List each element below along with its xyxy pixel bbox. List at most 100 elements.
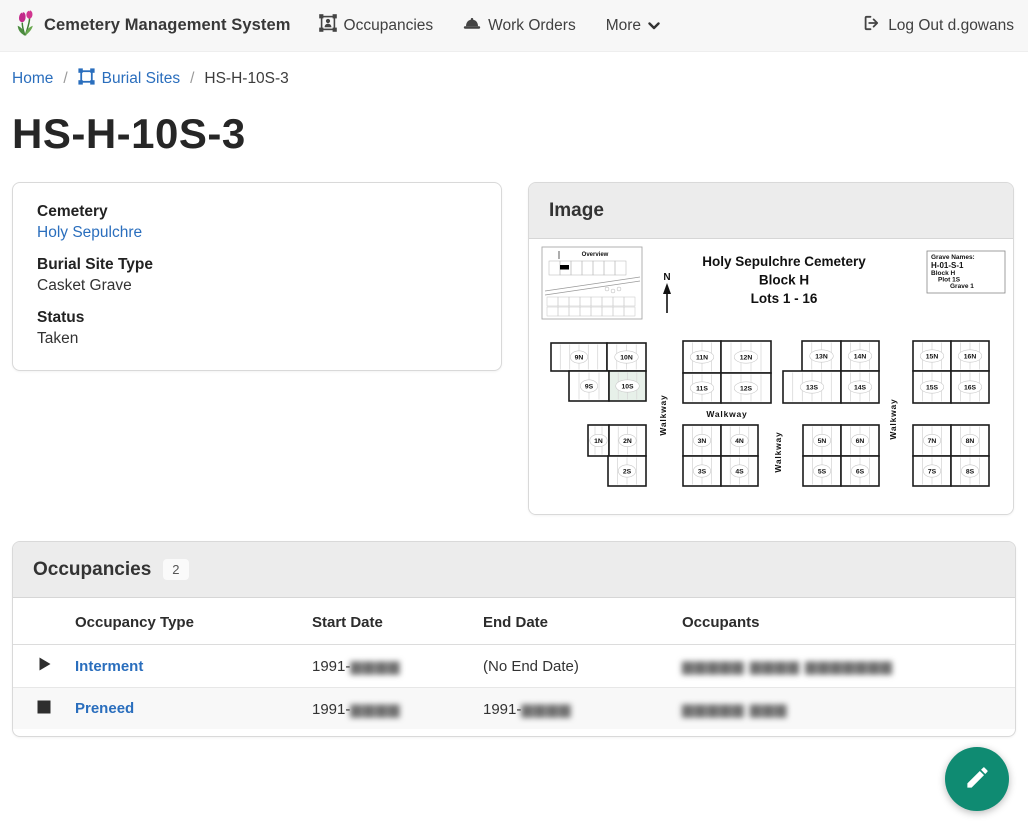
svg-text:2S: 2S [623,468,632,475]
breadcrumb: Home / Burial Sites / HS-H-10S-3 [0,52,1028,100]
svg-text:5S: 5S [818,468,827,475]
svg-text:Walkway: Walkway [773,431,783,472]
breadcrumb-burial-sites[interactable]: Burial Sites [78,68,180,90]
svg-text:N: N [663,272,670,283]
svg-text:7S: 7S [928,468,937,475]
field-burial-site-type: Burial Site Type Casket Grave [37,256,477,295]
play-icon [37,656,52,672]
occupancies-table: Occupancy Type Start Date End Date Occup… [13,598,1015,729]
svg-text:15N: 15N [926,353,939,360]
nav-more-label: More [606,17,641,35]
details-card: Cemetery Holy Sepulchre Burial Site Type… [12,182,502,371]
occupants-cell: ▆▆▆▆▆ ▆▆▆ [682,688,1015,730]
svg-text:Grave 1: Grave 1 [950,283,974,290]
svg-text:16N: 16N [964,353,977,360]
top-navbar: Cemetery Management System Occupancies [0,0,1028,52]
svg-text:Holy Sepulchre Cemetery: Holy Sepulchre Cemetery [702,254,866,269]
occupancies-icon [319,14,337,37]
burial-sites-icon [78,68,95,90]
burial-site-type-value: Casket Grave [37,277,477,295]
app-title: Cemetery Management System [44,16,291,35]
start-date-cell: 1991-▆▆▆▆ [312,645,483,688]
pencil-icon [964,764,991,794]
svg-text:11N: 11N [696,354,708,361]
breadcrumb-home[interactable]: Home [12,70,53,88]
svg-text:5N: 5N [818,438,827,445]
logout-label: Log Out d.gowans [888,17,1014,35]
svg-text:Block H: Block H [759,273,809,288]
column-header-start-date: Start Date [312,598,483,645]
svg-text:9S: 9S [585,383,594,390]
field-status-label: Status [37,309,477,327]
svg-text:9N: 9N [575,354,584,361]
svg-text:12S: 12S [740,385,753,392]
svg-text:Lots 1 - 16: Lots 1 - 16 [751,291,818,306]
nav-occupancies-label: Occupancies [344,17,434,35]
svg-text:6N: 6N [856,438,865,445]
svg-text:3S: 3S [698,468,707,475]
nav-more[interactable]: More [606,17,660,35]
tulip-logo-icon [14,10,36,42]
occupancy-row: Preneed 1991-▆▆▆▆ 1991-▆▆▆▆ ▆▆▆▆▆ ▆▆▆ [13,688,1015,730]
field-cemetery: Cemetery Holy Sepulchre [37,203,477,242]
svg-text:Grave Names:: Grave Names: [931,254,975,261]
occupancies-card: Occupancies 2 Occupancy Type Start Date … [12,541,1016,737]
svg-text:16S: 16S [964,384,977,391]
site-map-image[interactable]: Overview N Holy Sepulchre Cemetery Block H L… [529,239,1013,514]
end-date-cell: 1991-▆▆▆▆ [483,688,682,730]
svg-text:8N: 8N [966,438,975,445]
end-date-cell: (No End Date) [483,645,682,688]
svg-text:12N: 12N [740,354,753,361]
start-date-cell: 1991-▆▆▆▆ [312,688,483,730]
svg-text:11S: 11S [696,385,708,392]
breadcrumb-separator: / [190,70,194,88]
svg-text:2N: 2N [623,438,632,445]
breadcrumb-separator: / [63,70,67,88]
svg-text:Walkway: Walkway [888,398,898,439]
field-status: Status Taken [37,309,477,348]
nav-work-orders-label: Work Orders [488,17,576,35]
occupancy-row: Interment 1991-▆▆▆▆ (No End Date) ▆▆▆▆▆ … [13,645,1015,688]
occupancies-count-badge: 2 [163,559,188,581]
field-burial-site-type-label: Burial Site Type [37,256,477,274]
chevron-down-icon [648,17,660,35]
svg-text:14N: 14N [854,353,867,360]
svg-text:Overview: Overview [582,252,609,258]
nav-occupancies[interactable]: Occupancies [319,14,434,37]
column-header-occupants: Occupants [682,598,1015,645]
occupancy-type-link[interactable]: Preneed [75,700,134,717]
svg-text:3N: 3N [698,438,707,445]
image-card-title: Image [549,200,604,222]
image-card: Image Overview N Holy Sepulchre Cemetery Bl… [528,182,1014,515]
svg-text:15S: 15S [926,384,939,391]
cemetery-link[interactable]: Holy Sepulchre [37,224,142,241]
svg-text:6S: 6S [856,468,865,475]
occupancies-header: Occupancies 2 [13,542,1015,598]
svg-text:14S: 14S [854,384,867,391]
occupants-cell: ▆▆▆▆▆ ▆▆▆▆ ▆▆▆▆▆▆▆ [682,645,1015,688]
svg-text:13N: 13N [815,353,828,360]
app-brand[interactable]: Cemetery Management System [14,10,291,42]
svg-text:8S: 8S [966,468,975,475]
column-header-occupancy-type: Occupancy Type [75,598,312,645]
image-card-header: Image [529,183,1013,239]
work-orders-icon [463,16,481,36]
svg-text:H-01-S-1: H-01-S-1 [931,261,964,270]
edit-fab-button[interactable] [945,747,1009,811]
svg-text:Walkway: Walkway [706,409,747,419]
stop-icon [37,700,51,714]
occupancy-table-body: Interment 1991-▆▆▆▆ (No End Date) ▆▆▆▆▆ … [13,645,1015,730]
svg-text:7N: 7N [928,438,937,445]
status-value: Taken [37,330,477,348]
svg-text:10S: 10S [621,383,634,390]
svg-text:Walkway: Walkway [658,394,668,435]
column-header-end-date: End Date [483,598,682,645]
logout-icon [862,14,880,37]
page-title: HS-H-10S-3 [0,100,1028,158]
svg-text:1N: 1N [594,438,603,445]
logout-button[interactable]: Log Out d.gowans [862,14,1014,37]
nav-work-orders[interactable]: Work Orders [463,16,576,36]
breadcrumb-current: HS-H-10S-3 [204,70,288,88]
column-header-state [13,598,75,645]
occupancy-type-link[interactable]: Interment [75,658,143,675]
